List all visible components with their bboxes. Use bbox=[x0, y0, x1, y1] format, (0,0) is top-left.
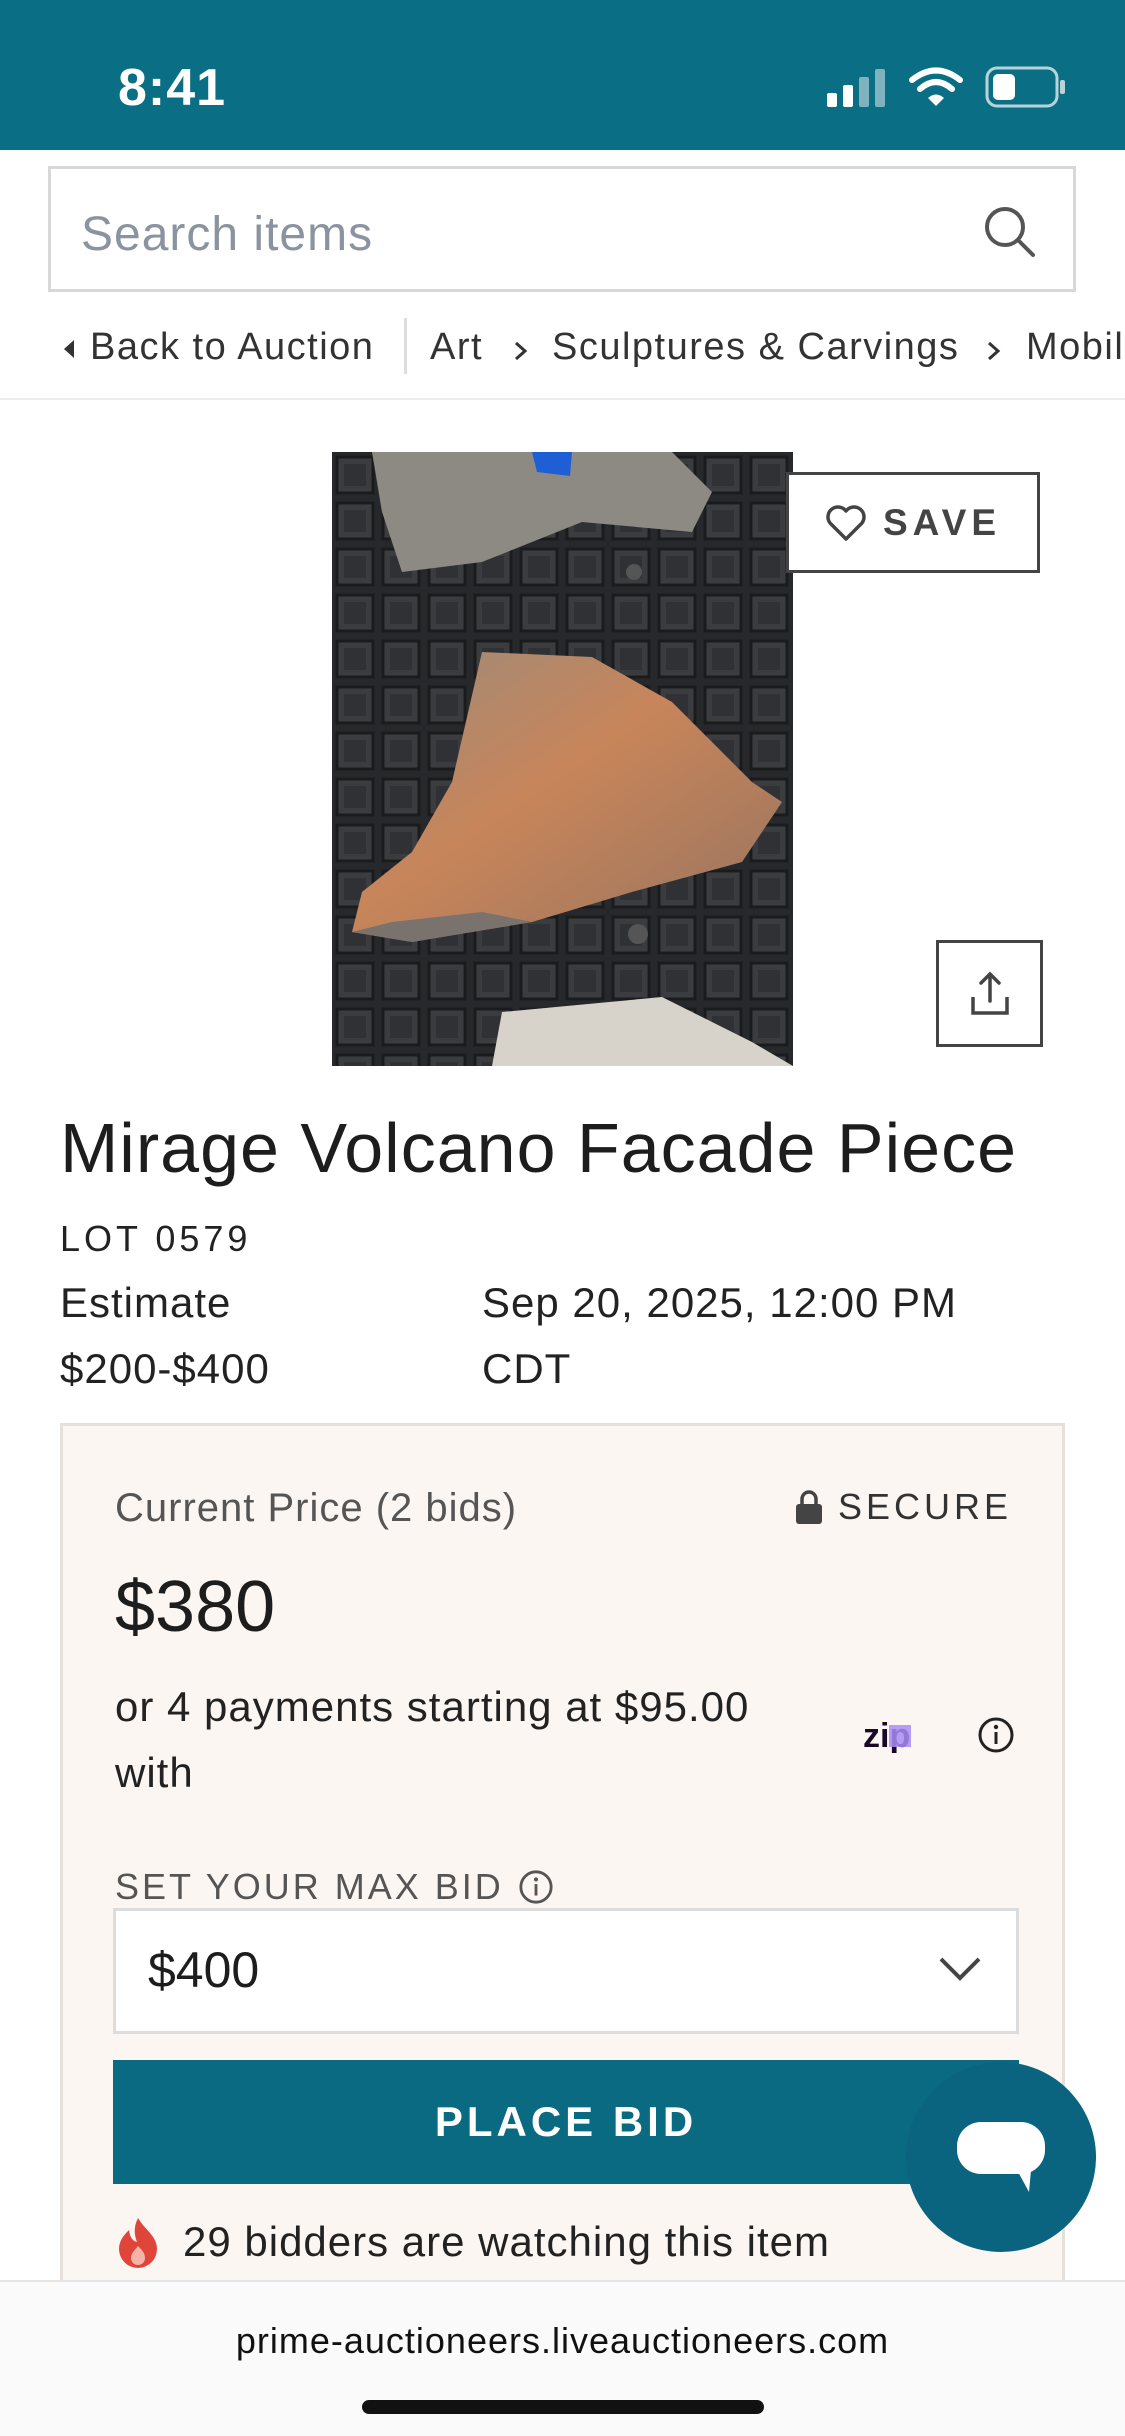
max-bid-label-text: SET YOUR MAX BID bbox=[115, 1866, 504, 1907]
item-title: Mirage Volcano Facade Piece bbox=[60, 1109, 1017, 1187]
divider bbox=[0, 398, 1125, 400]
status-time: 8:41 bbox=[118, 59, 227, 117]
place-bid-button[interactable]: PLACE BID bbox=[113, 2060, 1019, 2184]
chevron-right-icon bbox=[515, 341, 528, 361]
breadcrumb-item-sculptures[interactable]: Sculptures & Carvings bbox=[552, 326, 959, 369]
save-button[interactable]: SAVE bbox=[786, 472, 1040, 573]
share-button[interactable] bbox=[936, 940, 1043, 1047]
watchers-info: 29 bidders are watching this item bbox=[115, 2216, 830, 2268]
chat-button[interactable] bbox=[906, 2062, 1096, 2252]
chevron-right-icon bbox=[988, 341, 1001, 361]
back-to-auction-link[interactable]: Back to Auction bbox=[90, 326, 374, 369]
current-price-label: Current Price (2 bids) bbox=[115, 1486, 518, 1530]
heart-icon bbox=[826, 504, 866, 541]
watchers-text: 29 bidders are watching this item bbox=[183, 2218, 830, 2265]
chevron-down-icon bbox=[939, 1957, 981, 1981]
breadcrumb: Back to Auction Art Sculptures & Carving… bbox=[0, 318, 1125, 400]
search-input[interactable]: Search items bbox=[48, 166, 1076, 292]
lot-number: LOT 0579 bbox=[60, 1218, 252, 1259]
secure-badge: SECURE bbox=[794, 1486, 1012, 1528]
auction-datetime: Sep 20, 2025, 12:00 PM CDT bbox=[482, 1279, 957, 1392]
breadcrumb-item-mobil[interactable]: Mobil bbox=[1026, 326, 1124, 369]
secure-label: SECURE bbox=[837, 1486, 1012, 1527]
search-placeholder: Search items bbox=[81, 208, 374, 261]
info-icon[interactable] bbox=[977, 1716, 1015, 1754]
lock-icon bbox=[795, 1490, 822, 1524]
max-bid-label: SET YOUR MAX BID bbox=[115, 1866, 554, 1908]
signal-icon bbox=[827, 69, 885, 107]
current-price: $380 bbox=[115, 1567, 276, 1647]
breadcrumb-divider bbox=[404, 318, 407, 374]
item-photo[interactable] bbox=[332, 452, 793, 1066]
item-photo-image bbox=[332, 452, 793, 1066]
zip-logo: zip bbox=[863, 1717, 911, 1753]
status-icons bbox=[827, 66, 1067, 108]
max-bid-select[interactable]: $400 bbox=[113, 1908, 1019, 2034]
status-bar: 8:41 bbox=[0, 0, 1125, 150]
chat-bubble-icon bbox=[957, 2122, 1045, 2192]
info-icon[interactable] bbox=[518, 1869, 554, 1905]
browser-bar: prime-auctioneers.liveauctioneers.com bbox=[0, 2280, 1125, 2436]
estimate: Estimate $200-$400 bbox=[60, 1279, 270, 1392]
home-indicator bbox=[362, 2400, 764, 2414]
max-bid-value: $400 bbox=[148, 1942, 260, 1998]
zip-financing[interactable]: zip bbox=[863, 1716, 1015, 1754]
battery-icon bbox=[985, 66, 1065, 108]
breadcrumb-item-art[interactable]: Art bbox=[430, 326, 483, 369]
payments-text: or 4 payments starting at $95.00 with bbox=[115, 1683, 750, 1796]
caret-left-icon bbox=[64, 340, 74, 358]
flame-icon bbox=[119, 2218, 157, 2268]
search-icon[interactable] bbox=[981, 203, 1037, 259]
share-icon bbox=[970, 971, 1009, 1015]
url-text[interactable]: prime-auctioneers.liveauctioneers.com bbox=[0, 2320, 1125, 2362]
wifi-icon bbox=[909, 67, 963, 106]
save-label: SAVE bbox=[882, 501, 1001, 543]
